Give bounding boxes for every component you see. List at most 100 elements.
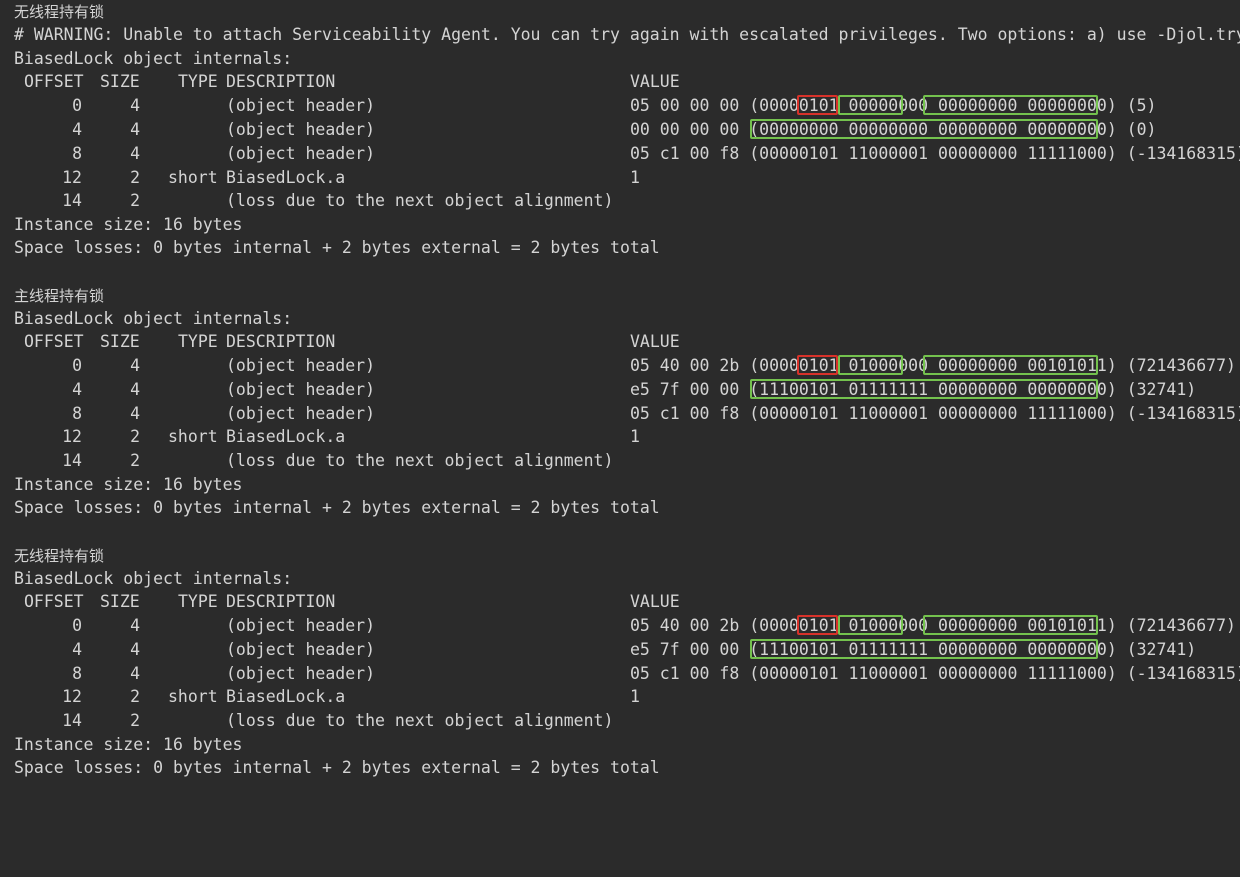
row-description: (object header) (226, 640, 376, 659)
thread-bits-highlight (838, 615, 903, 635)
row-size: 2 (130, 427, 140, 446)
row-size: 2 (130, 711, 140, 730)
header-value: VALUE (630, 592, 680, 611)
table-row: 14 2 (loss due to the next object alignm… (0, 449, 1240, 473)
internals-label: BiasedLock object internals: (14, 569, 293, 588)
row-size: 2 (130, 687, 140, 706)
warning-line: # WARNING: Unable to attach Serviceabili… (14, 25, 1240, 44)
table-row: 0 4 (object header) 05 40 00 2b (0000010… (0, 614, 1240, 638)
console-output: 无线程持有锁 # WARNING: Unable to attach Servi… (0, 0, 1240, 781)
block-title: 无线程持有锁 (14, 547, 105, 565)
row-type: short (168, 687, 218, 706)
thread-bits-highlight (923, 95, 1098, 115)
block-title: 主线程持有锁 (14, 287, 105, 305)
row-description: (object header) (226, 380, 376, 399)
thread-bits-highlight (838, 355, 903, 375)
table-header: OFFSET SIZE TYPE DESCRIPTION VALUE (0, 70, 1240, 94)
table-row: 4 4 (object header) e5 7f 00 00 (1110010… (0, 638, 1240, 662)
space-losses: Space losses: 0 bytes internal + 2 bytes… (14, 498, 660, 517)
row-offset: 14 (62, 711, 82, 730)
row-offset: 4 (72, 120, 82, 139)
row-description: (loss due to the next object alignment) (226, 711, 614, 730)
table-row: 12 2 short BiasedLock.a 1 (0, 685, 1240, 709)
header-offset: OFFSET (24, 72, 84, 91)
row-description: (loss due to the next object alignment) (226, 191, 614, 210)
header-offset: OFFSET (24, 332, 84, 351)
lock-bits-highlight (797, 615, 838, 635)
row-description: (object header) (226, 616, 376, 635)
row-offset: 4 (72, 380, 82, 399)
table-row: 0 4 (object header) 05 00 00 00 (0000010… (0, 94, 1240, 118)
block-title: 无线程持有锁 (14, 3, 105, 21)
header-size: SIZE (100, 332, 140, 351)
header-value: VALUE (630, 332, 680, 351)
instance-size: Instance size: 16 bytes (14, 215, 243, 234)
row-size: 2 (130, 168, 140, 187)
table-row: 8 4 (object header) 05 c1 00 f8 (0000010… (0, 402, 1240, 426)
row-value: 1 (630, 427, 640, 446)
row-offset: 0 (72, 96, 82, 115)
row-offset: 12 (62, 687, 82, 706)
table-row: 4 4 (object header) e5 7f 00 00 (1110010… (0, 378, 1240, 402)
lock-bits-highlight (797, 95, 838, 115)
thread-bits-highlight (923, 615, 1098, 635)
internals-label: BiasedLock object internals: (14, 309, 293, 328)
thread-bits-highlight (750, 639, 1098, 659)
row-size: 4 (130, 356, 140, 375)
header-size: SIZE (100, 592, 140, 611)
header-description: DESCRIPTION (226, 592, 336, 611)
row-description: (object header) (226, 144, 376, 163)
row-offset: 0 (72, 356, 82, 375)
thread-bits-highlight (750, 379, 1098, 399)
row-size: 4 (130, 640, 140, 659)
row-offset: 8 (72, 404, 82, 423)
table-header: OFFSET SIZE TYPE DESCRIPTION VALUE (0, 590, 1240, 614)
table-row: 0 4 (object header) 05 40 00 2b (0000010… (0, 354, 1240, 378)
row-description: BiasedLock.a (226, 427, 346, 446)
header-description: DESCRIPTION (226, 72, 336, 91)
row-description: (object header) (226, 404, 376, 423)
row-value: 1 (630, 687, 640, 706)
row-size: 4 (130, 120, 140, 139)
row-value: 05 c1 00 f8 (00000101 11000001 00000000 … (630, 664, 1240, 683)
table-row: 4 4 (object header) 00 00 00 00 (0000000… (0, 118, 1240, 142)
row-size: 2 (130, 451, 140, 470)
row-size: 4 (130, 664, 140, 683)
row-size: 4 (130, 144, 140, 163)
row-size: 4 (130, 616, 140, 635)
row-offset: 14 (62, 191, 82, 210)
row-size: 2 (130, 191, 140, 210)
header-offset: OFFSET (24, 592, 84, 611)
row-description: (object header) (226, 356, 376, 375)
row-description: BiasedLock.a (226, 168, 346, 187)
row-description: BiasedLock.a (226, 687, 346, 706)
thread-bits-highlight (923, 355, 1098, 375)
row-value: 05 c1 00 f8 (00000101 11000001 00000000 … (630, 404, 1240, 423)
row-offset: 12 (62, 427, 82, 446)
row-offset: 8 (72, 144, 82, 163)
row-description: (loss due to the next object alignment) (226, 451, 614, 470)
row-type: short (168, 168, 218, 187)
table-row: 8 4 (object header) 05 c1 00 f8 (0000010… (0, 142, 1240, 166)
row-offset: 12 (62, 168, 82, 187)
table-row: 8 4 (object header) 05 c1 00 f8 (0000010… (0, 662, 1240, 686)
header-description: DESCRIPTION (226, 332, 336, 351)
thread-bits-highlight (838, 95, 903, 115)
table-row: 14 2 (loss due to the next object alignm… (0, 189, 1240, 213)
lock-bits-highlight (797, 355, 838, 375)
space-losses: Space losses: 0 bytes internal + 2 bytes… (14, 758, 660, 777)
row-offset: 8 (72, 664, 82, 683)
header-size: SIZE (100, 72, 140, 91)
table-row: 12 2 short BiasedLock.a 1 (0, 166, 1240, 190)
row-size: 4 (130, 380, 140, 399)
row-offset: 4 (72, 640, 82, 659)
header-value: VALUE (630, 72, 680, 91)
row-offset: 14 (62, 451, 82, 470)
row-value: 05 c1 00 f8 (00000101 11000001 00000000 … (630, 144, 1240, 163)
instance-size: Instance size: 16 bytes (14, 475, 243, 494)
row-description: (object header) (226, 664, 376, 683)
row-size: 4 (130, 404, 140, 423)
row-value: 1 (630, 168, 640, 187)
header-type: TYPE (178, 592, 218, 611)
table-header: OFFSET SIZE TYPE DESCRIPTION VALUE (0, 330, 1240, 354)
